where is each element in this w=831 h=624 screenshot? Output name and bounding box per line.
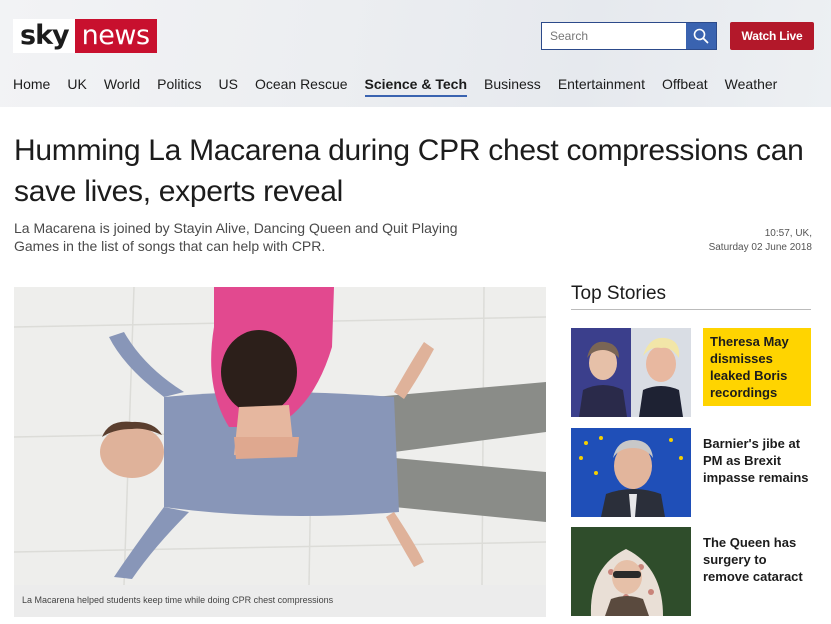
logo-sky-text: sky	[13, 19, 75, 53]
watch-live-button[interactable]: Watch Live	[730, 22, 814, 50]
search-input[interactable]	[542, 23, 686, 49]
story-thumbnail[interactable]	[571, 428, 691, 517]
hero-image: La Macarena helped students keep time wh…	[14, 287, 546, 617]
top-story-1[interactable]: Theresa May dismisses leaked Boris recor…	[571, 328, 811, 417]
nav-business[interactable]: Business	[484, 76, 541, 97]
nav-science-tech[interactable]: Science & Tech	[364, 76, 467, 97]
top-stories-title: Top Stories	[571, 283, 667, 304]
nav-us[interactable]: US	[218, 76, 237, 97]
top-story-2[interactable]: Barnier's jibe at PM as Brexit impasse r…	[571, 428, 811, 517]
nav-offbeat[interactable]: Offbeat	[662, 76, 708, 97]
nav-home[interactable]: Home	[13, 76, 50, 97]
story-headline[interactable]: Barnier's jibe at PM as Brexit impasse r…	[703, 435, 811, 486]
nav-world[interactable]: World	[104, 76, 140, 97]
search-button[interactable]	[686, 23, 716, 49]
image-caption: La Macarena helped students keep time wh…	[14, 585, 546, 617]
nav-uk[interactable]: UK	[67, 76, 86, 97]
nav-ocean-rescue[interactable]: Ocean Rescue	[255, 76, 348, 97]
nav-entertainment[interactable]: Entertainment	[558, 76, 645, 97]
story-headline[interactable]: Theresa May dismisses leaked Boris recor…	[703, 328, 811, 406]
main-nav: Home UK World Politics US Ocean Rescue S…	[13, 76, 794, 97]
article-standfirst: La Macarena is joined by Stayin Alive, D…	[14, 220, 458, 254]
article-time: 10:57, UK,	[764, 228, 812, 239]
story-thumbnail[interactable]	[571, 328, 691, 417]
masthead: sky news Watch Live Home UK World Politi…	[0, 0, 831, 107]
logo-news-text: news	[74, 19, 157, 53]
cpr-photo	[14, 287, 546, 585]
nav-weather[interactable]: Weather	[725, 76, 778, 97]
search-box	[541, 22, 717, 50]
top-story-3[interactable]: The Queen has surgery to remove cataract	[571, 527, 811, 616]
nav-politics[interactable]: Politics	[157, 76, 201, 97]
search-icon	[693, 28, 709, 44]
story-thumbnail[interactable]	[571, 527, 691, 616]
article-dateline: 10:57, UK, Saturday 02 June 2018	[709, 227, 812, 255]
top-stories-divider	[571, 309, 811, 310]
sky-news-logo[interactable]: sky news	[13, 19, 157, 53]
article-headline: Humming La Macarena during CPR chest com…	[14, 134, 804, 208]
article-date: Saturday 02 June 2018	[708, 242, 812, 253]
story-headline[interactable]: The Queen has surgery to remove cataract	[703, 534, 811, 585]
